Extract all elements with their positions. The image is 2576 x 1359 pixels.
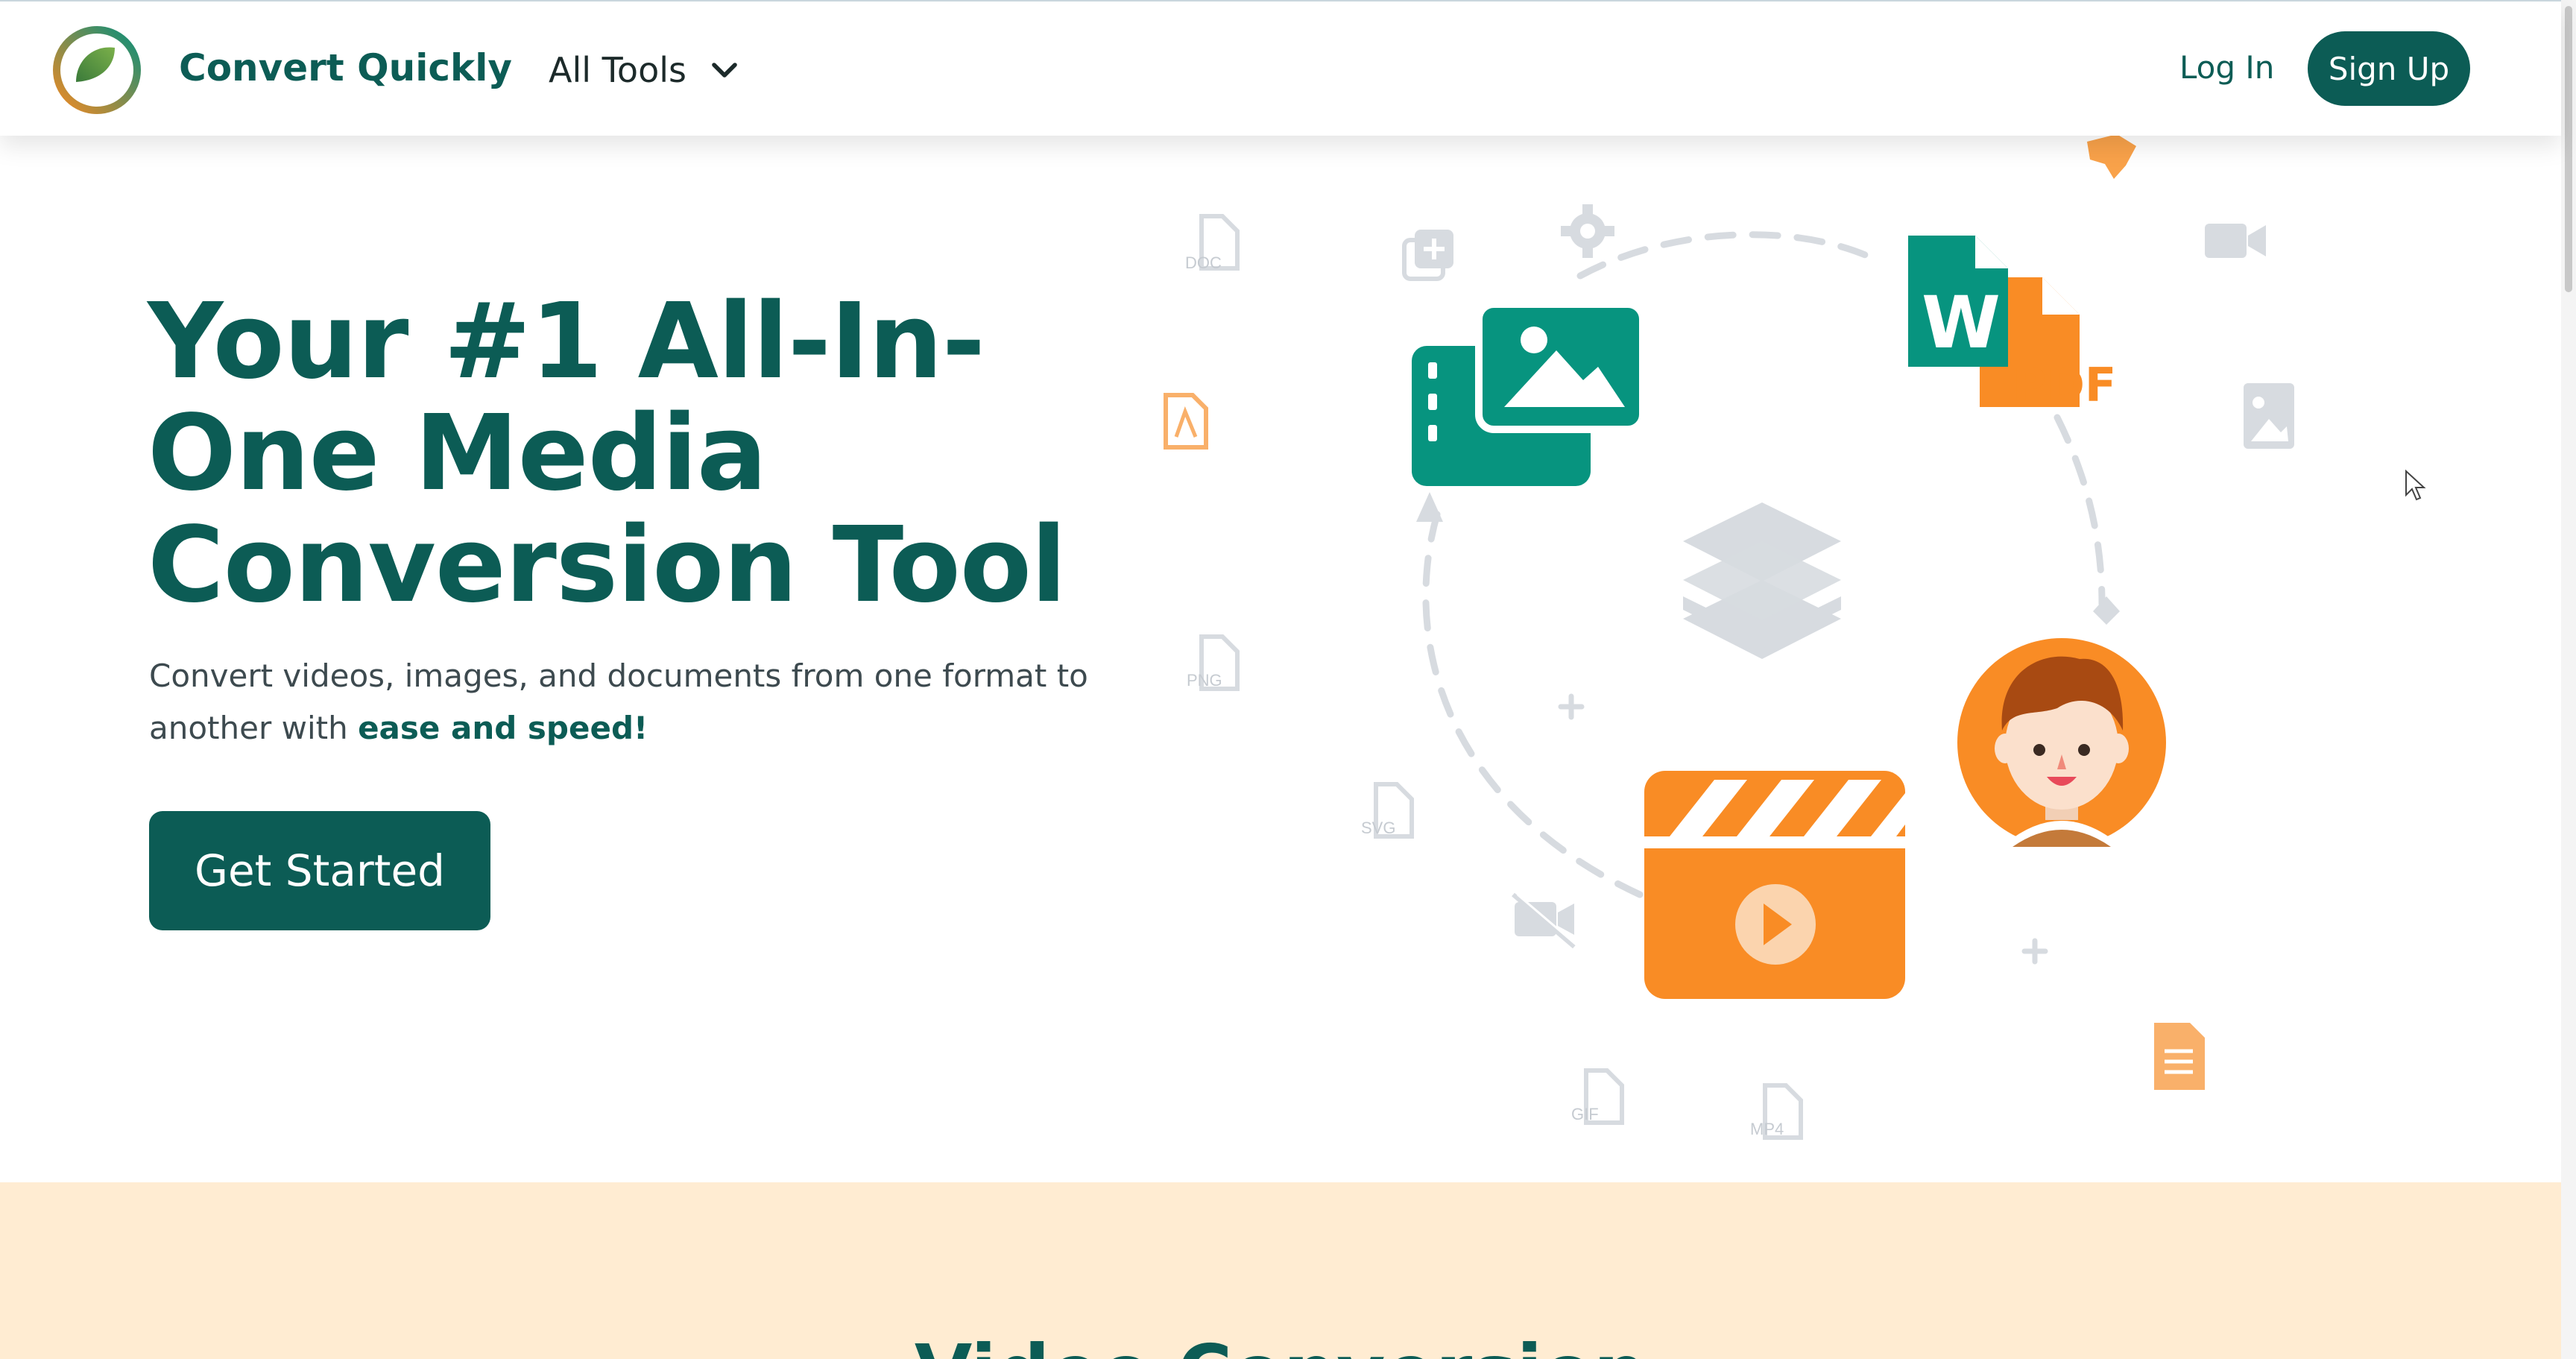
logo-mark[interactable]: [51, 24, 143, 116]
section-title: Video Conversion: [0, 1328, 2561, 1359]
word-doc-icon: W: [1908, 236, 2008, 367]
word-label: W: [1922, 281, 2001, 365]
brand-name[interactable]: Convert Quickly: [179, 46, 512, 89]
login-link[interactable]: Log In: [2179, 49, 2274, 86]
gif-label: GIF: [1571, 1105, 1599, 1123]
scrollbar-thumb[interactable]: [2565, 6, 2572, 292]
hero-illustration: DOC PNG SVG GIF MP4 PDF W: [1164, 134, 2294, 1140]
text-doc-icon: [2154, 1023, 2205, 1090]
svg-label: SVG: [1361, 819, 1395, 837]
pdf-label: PDF: [2012, 358, 2116, 412]
chevron-down-icon: [712, 63, 737, 78]
no-video-icon: [1512, 892, 1579, 949]
all-tools-menu[interactable]: All Tools: [549, 46, 740, 94]
all-tools-label: All Tools: [549, 50, 686, 90]
top-navbar: Convert Quickly All Tools Log In Sign Up: [0, 0, 2561, 136]
signup-button[interactable]: Sign Up: [2308, 31, 2470, 106]
video-conversion-section: Video Conversion: [0, 1182, 2561, 1359]
page-scrollbar[interactable]: [2561, 0, 2576, 1359]
hero-subtitle: Convert videos, images, and documents fr…: [149, 650, 1088, 754]
hero-title: Your #1 All-In-One Media Conversion Tool: [148, 281, 1067, 626]
doc-label: DOC: [1185, 253, 1222, 272]
avatar: [1957, 638, 2166, 856]
add-image-icon: [1402, 230, 1453, 281]
hero-subtitle-emphasis: ease and speed!: [358, 710, 648, 746]
gear-icon: [1561, 204, 1614, 258]
video-clapper-icon: [1644, 771, 1905, 999]
layers-icon: [1683, 502, 1841, 659]
mp4-label: MP4: [1750, 1120, 1784, 1138]
image-doc-icon: [2244, 383, 2294, 449]
get-started-button[interactable]: Get Started: [149, 811, 490, 930]
video-camera-icon: [2205, 224, 2266, 258]
image-file-icon: [1412, 300, 1647, 486]
pdf-icon: [1164, 393, 1208, 450]
mouse-cursor-icon: [2405, 470, 2426, 501]
orange-blob-icon: [2087, 134, 2136, 179]
png-label: PNG: [1187, 671, 1222, 690]
